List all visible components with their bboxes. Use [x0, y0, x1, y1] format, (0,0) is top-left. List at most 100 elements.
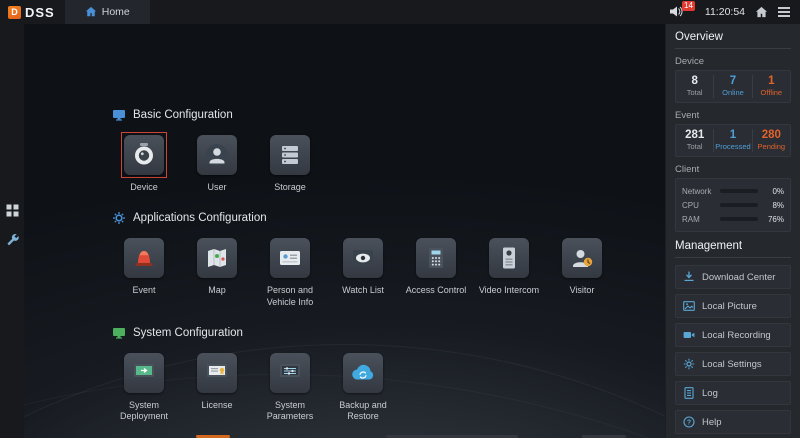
management-title: Management — [675, 240, 791, 258]
user-icon — [197, 135, 237, 175]
intercom-icon — [489, 238, 529, 278]
management-item-download-center[interactable]: Download Center — [675, 265, 791, 289]
id-card-icon — [270, 238, 310, 278]
tile-access-control[interactable]: Access Control — [404, 235, 468, 296]
management-item-help[interactable]: ? Help — [675, 410, 791, 434]
tiles-row: System Deployment License — [112, 350, 665, 423]
tile-label: Map — [208, 285, 226, 296]
download-icon — [683, 271, 695, 283]
home-button-icon[interactable] — [755, 6, 768, 19]
management-item-local-picture[interactable]: Local Picture — [675, 294, 791, 318]
section-header: Applications Configuration — [112, 211, 665, 225]
tile-label: Device — [130, 182, 158, 193]
metric-network: Network 0% — [682, 184, 784, 198]
eye-icon — [343, 238, 383, 278]
tile-visitor[interactable]: Visitor — [550, 235, 614, 296]
tiles-row: Device User — [112, 132, 665, 193]
top-bar: D DSS Home 14 11:20:54 — [0, 0, 800, 24]
section-system-configuration: System Configuration System Deployment — [112, 326, 665, 423]
parameters-icon — [270, 353, 310, 393]
section-header: System Configuration — [112, 326, 665, 340]
menu-icon[interactable] — [778, 5, 790, 19]
tile-system-parameters[interactable]: System Parameters — [258, 350, 322, 423]
tile-person-vehicle-info[interactable]: Person and Vehicle Info — [258, 235, 322, 308]
metric-ram: RAM 76% — [682, 212, 784, 226]
horizontal-scrollbar — [24, 434, 665, 438]
overview-event-label: Event — [675, 110, 791, 121]
device-stats: 8 Total 7 Online 1 Offline — [675, 70, 791, 103]
tab-home[interactable]: Home — [65, 0, 150, 24]
tab-home-label: Home — [102, 6, 130, 18]
tile-video-intercom[interactable]: Video Intercom — [477, 235, 541, 296]
right-panel: Overview Device 8 Total 7 Online 1 Offli… — [665, 24, 800, 438]
settings-gear-icon — [683, 358, 695, 370]
visitor-icon — [562, 238, 602, 278]
tile-label: System Deployment — [112, 400, 176, 423]
monitor-blue-icon — [112, 108, 126, 122]
tile-device[interactable]: Device — [112, 132, 176, 193]
ram-progress-bar — [720, 217, 758, 221]
section-title: System Configuration — [133, 327, 243, 339]
home-icon — [85, 6, 97, 18]
license-icon — [197, 353, 237, 393]
event-total-stat: 281 Total — [676, 129, 713, 152]
tile-label: Watch List — [342, 285, 384, 296]
device-online-stat: 7 Online — [713, 75, 751, 98]
recording-icon — [683, 329, 695, 341]
svg-text:?: ? — [687, 419, 691, 426]
storage-icon — [270, 135, 310, 175]
cpu-progress-bar — [720, 203, 758, 207]
tile-storage[interactable]: Storage — [258, 132, 322, 193]
dss-logo-icon: D — [8, 6, 21, 19]
section-title: Applications Configuration — [133, 212, 267, 224]
wrench-icon[interactable] — [6, 233, 19, 246]
cloud-backup-icon — [343, 353, 383, 393]
management-item-log[interactable]: Log — [675, 381, 791, 405]
tile-watch-list[interactable]: Watch List — [331, 235, 395, 296]
tile-label: Video Intercom — [479, 285, 539, 296]
event-processed-stat: 1 Processed — [713, 129, 751, 152]
tile-user[interactable]: User — [185, 132, 249, 193]
tile-label: Visitor — [570, 285, 595, 296]
apps-grid-icon[interactable] — [6, 204, 19, 217]
dss-home-screen: D DSS Home 14 11:20:54 — [0, 0, 800, 438]
section-basic-configuration: Basic Configuration Device — [112, 108, 665, 193]
section-applications-configuration: Applications Configuration Event — [112, 211, 665, 308]
overview-device-label: Device — [675, 56, 791, 67]
clock-time: 11:20:54 — [705, 6, 745, 18]
tile-event[interactable]: Event — [112, 235, 176, 296]
left-rail — [0, 24, 24, 438]
dome-camera-icon — [124, 135, 164, 175]
tile-label: Person and Vehicle Info — [258, 285, 322, 308]
tile-label: License — [201, 400, 232, 411]
event-stats: 281 Total 1 Processed 280 Pending — [675, 124, 791, 157]
overview-client-label: Client — [675, 164, 791, 175]
topbar-right: 14 11:20:54 — [669, 5, 800, 19]
tile-backup-restore[interactable]: Backup and Restore — [331, 350, 395, 423]
device-offline-stat: 1 Offline — [752, 75, 790, 98]
help-icon: ? — [683, 416, 695, 428]
tile-label: Storage — [274, 182, 306, 193]
main-area: Basic Configuration Device — [24, 24, 665, 438]
dss-logo: D DSS — [0, 5, 65, 20]
tile-system-deployment[interactable]: System Deployment — [112, 350, 176, 423]
overview-title: Overview — [675, 31, 791, 49]
network-progress-bar — [720, 189, 758, 193]
monitor-green-icon — [112, 326, 126, 340]
device-total-stat: 8 Total — [676, 75, 713, 98]
map-icon — [197, 238, 237, 278]
dss-logo-text: DSS — [25, 5, 55, 20]
client-metrics: Network 0% CPU 8% RAM 76% — [675, 178, 791, 232]
deployment-icon — [124, 353, 164, 393]
tile-map[interactable]: Map — [185, 235, 249, 296]
log-document-icon — [683, 387, 695, 399]
tile-label: System Parameters — [258, 400, 322, 423]
management-item-local-recording[interactable]: Local Recording — [675, 323, 791, 347]
event-pending-stat: 280 Pending — [752, 129, 790, 152]
tile-license[interactable]: License — [185, 350, 249, 411]
configuration-content: Basic Configuration Device — [24, 24, 665, 422]
device-selection-border — [121, 132, 167, 178]
management-item-local-settings[interactable]: Local Settings — [675, 352, 791, 376]
alarm-speaker-icon[interactable]: 14 — [669, 5, 685, 19]
speaker-icon — [669, 5, 683, 18]
